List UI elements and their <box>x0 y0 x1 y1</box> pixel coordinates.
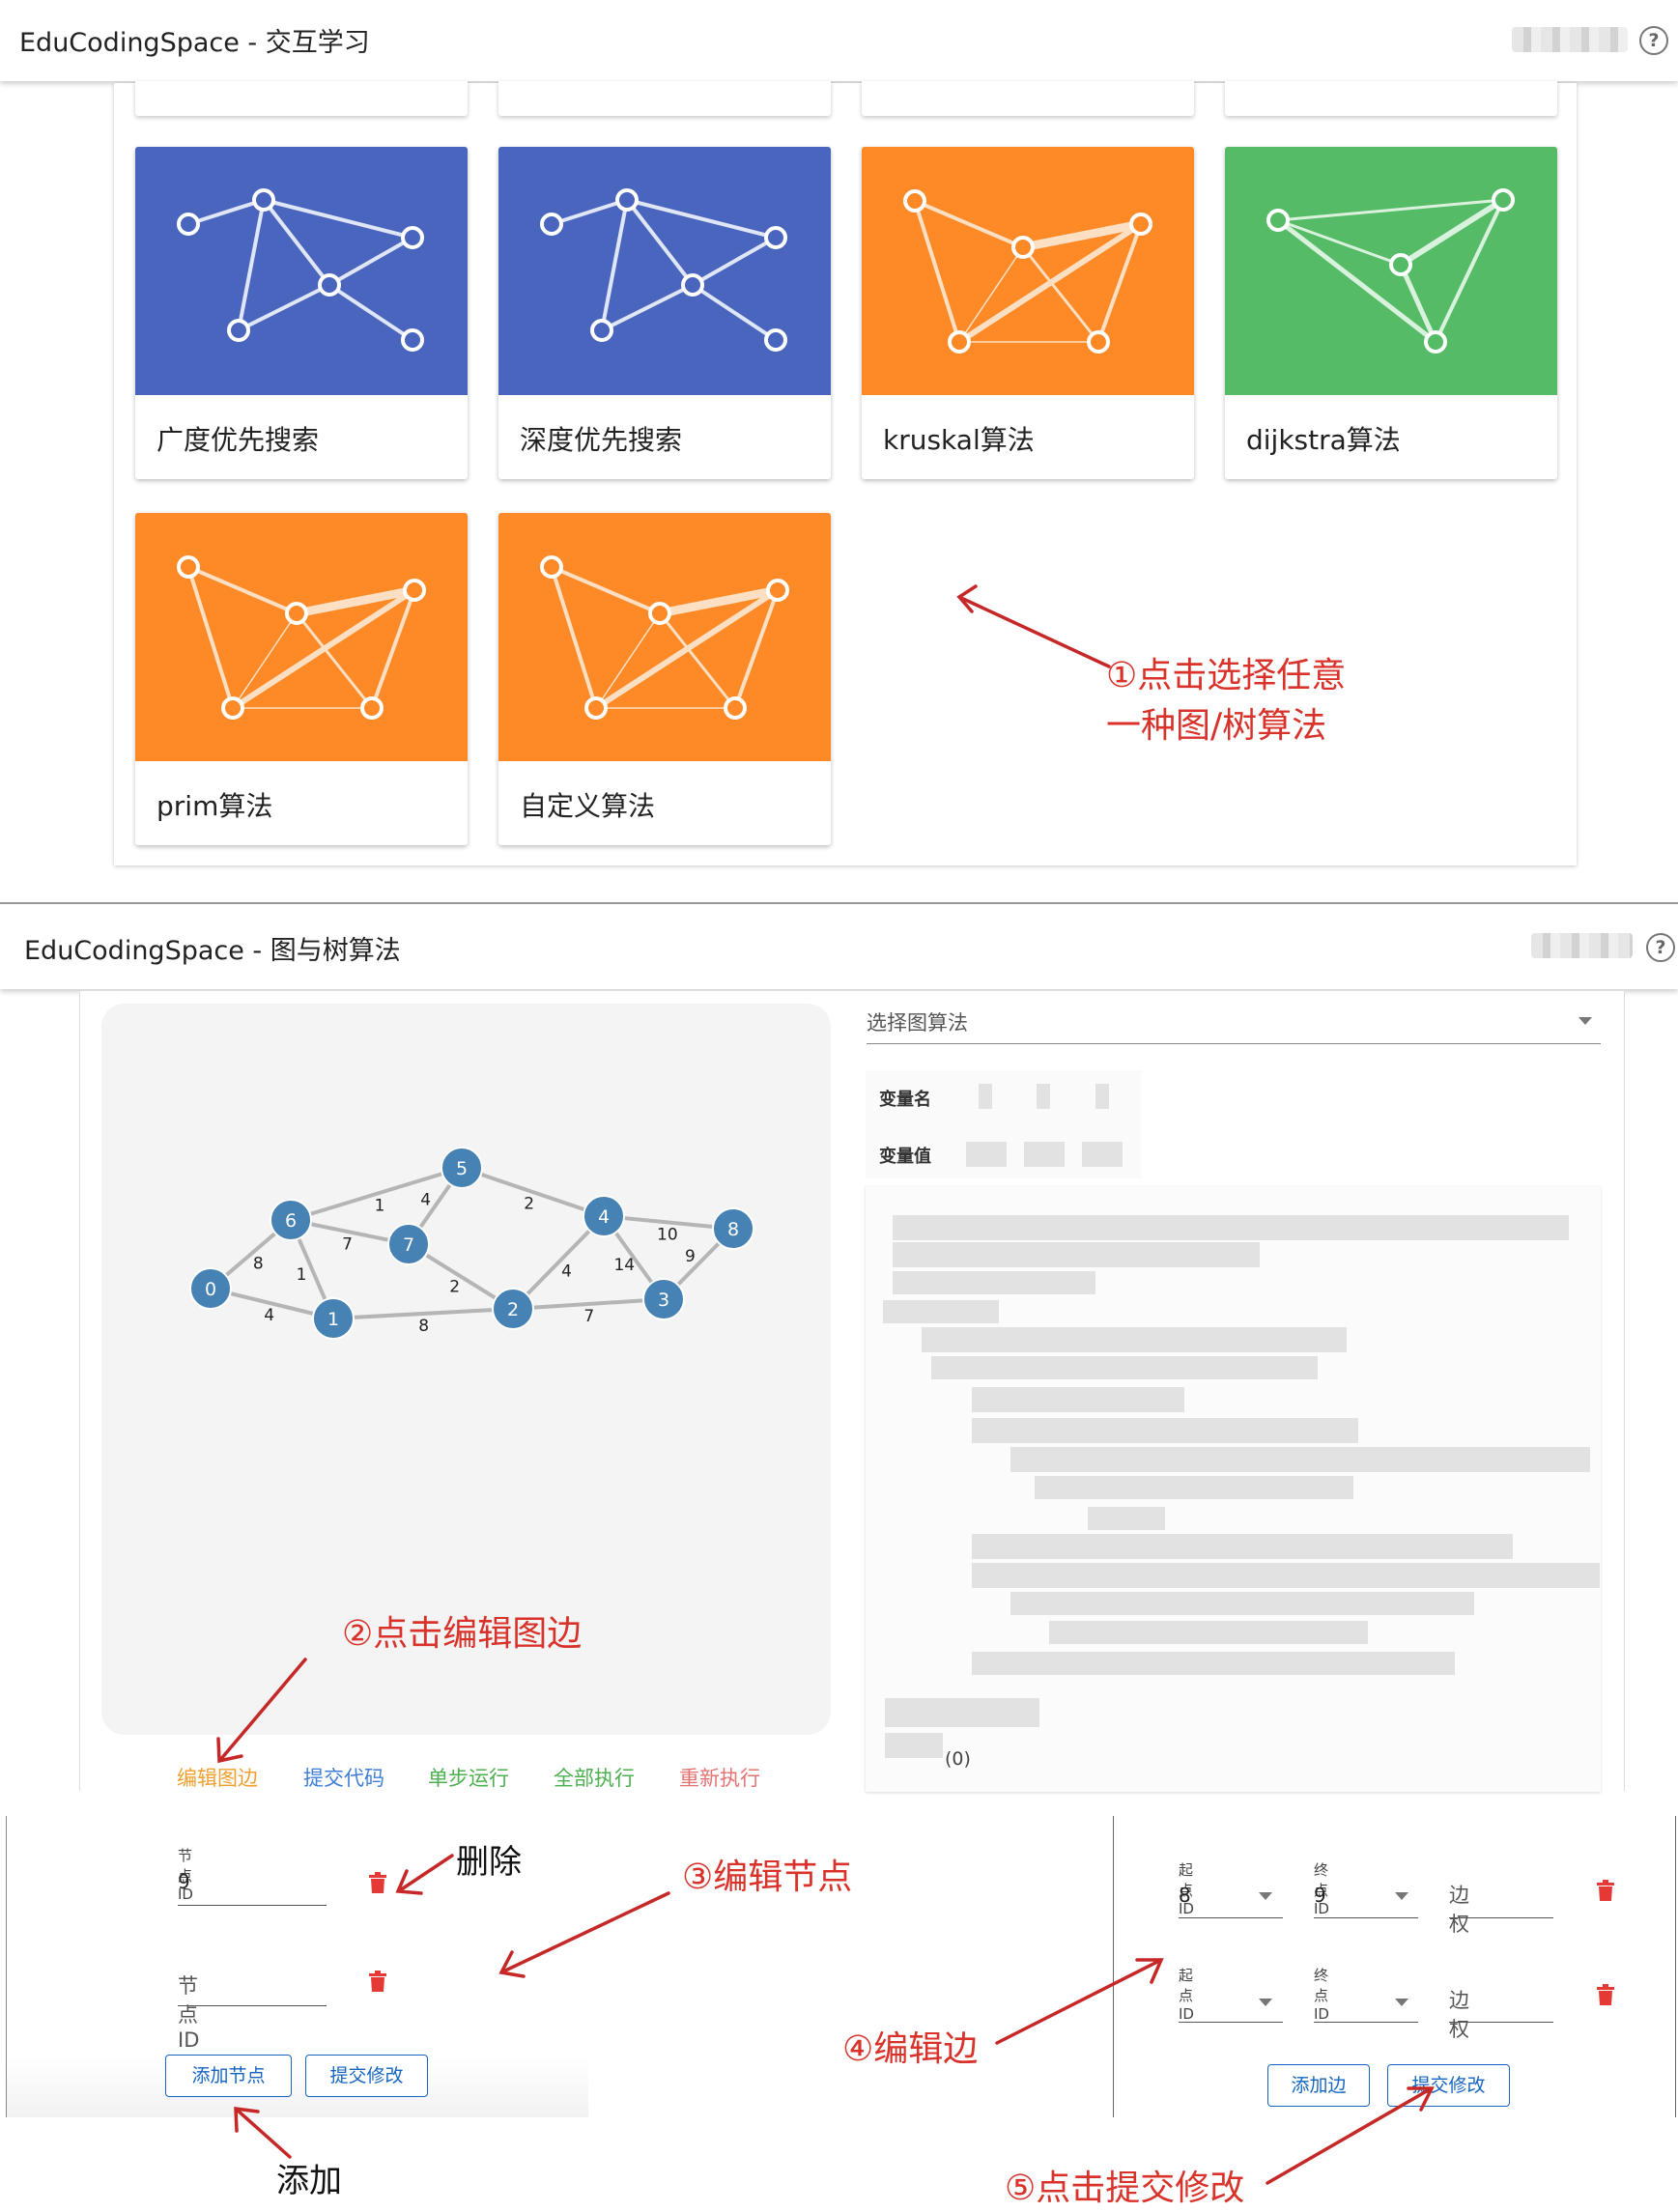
annotation-arrows <box>216 584 1435 2185</box>
